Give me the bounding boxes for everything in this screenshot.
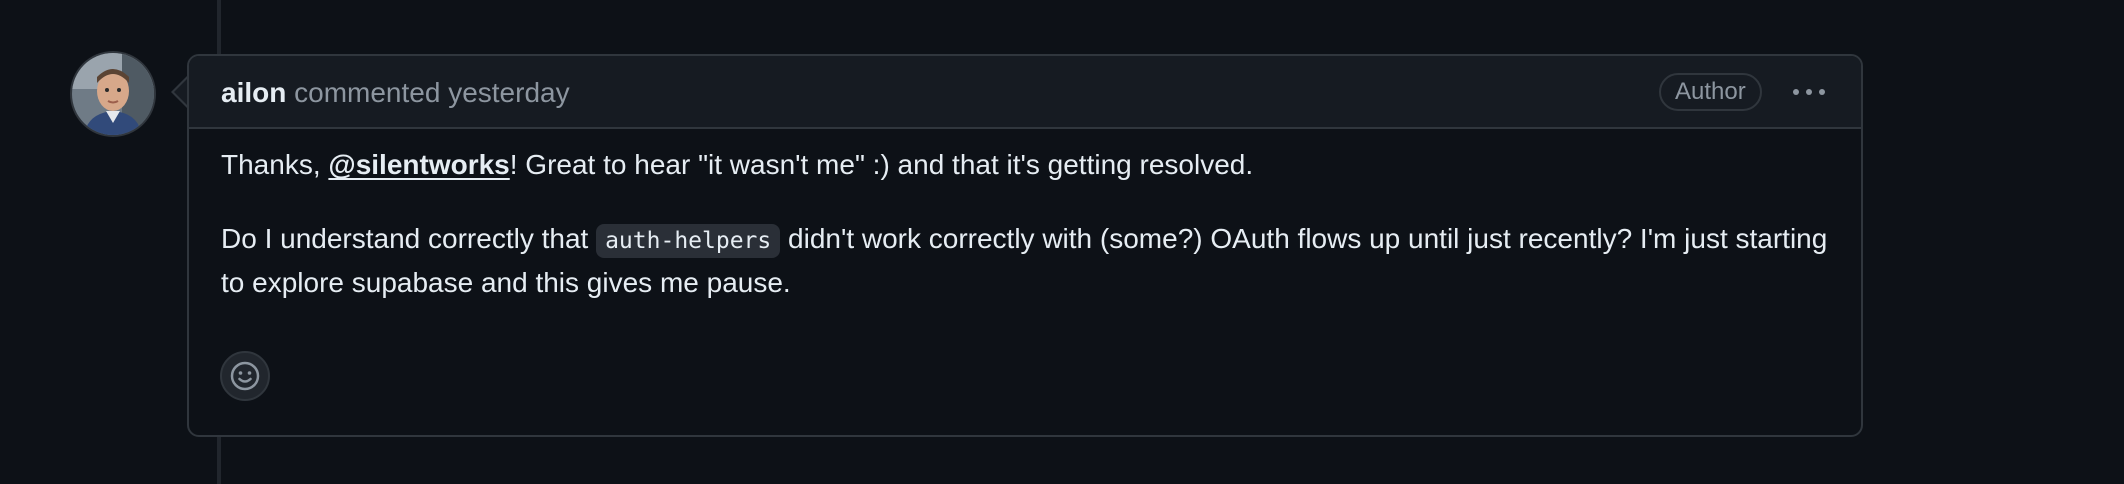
author-link[interactable]: ailon [221, 77, 286, 108]
comment-meta: ailon commented yesterday [221, 76, 570, 110]
comment-box: ailon commented yesterday Author Thanks,… [187, 54, 1863, 437]
comment-paragraph-1: Thanks, @silentworks! Great to hear "it … [221, 144, 1253, 185]
comment-action: commented [294, 77, 441, 108]
comment-caret-fill [174, 78, 188, 106]
user-avatar[interactable] [72, 53, 154, 135]
kebab-horizontal-icon [1793, 89, 1825, 95]
comment-paragraph-2: Do I understand correctly that auth-help… [221, 218, 1841, 303]
paragraph-2-prefix: Do I understand correctly that [221, 223, 597, 254]
more-options-button[interactable] [1789, 74, 1829, 110]
paragraph-1-prefix: Thanks, [221, 149, 329, 180]
comment-header: ailon commented yesterday Author [189, 56, 1861, 129]
smiley-icon [230, 361, 260, 391]
paragraph-1-suffix: ! Great to hear "it wasn't me" :) and th… [509, 149, 1254, 180]
author-badge: Author [1659, 73, 1762, 111]
user-mention[interactable]: @silentworks [328, 149, 509, 180]
avatar-image [72, 53, 154, 135]
comment-time[interactable]: yesterday [448, 77, 569, 108]
add-reaction-button[interactable] [220, 351, 270, 401]
inline-code: auth-helpers [596, 224, 781, 258]
